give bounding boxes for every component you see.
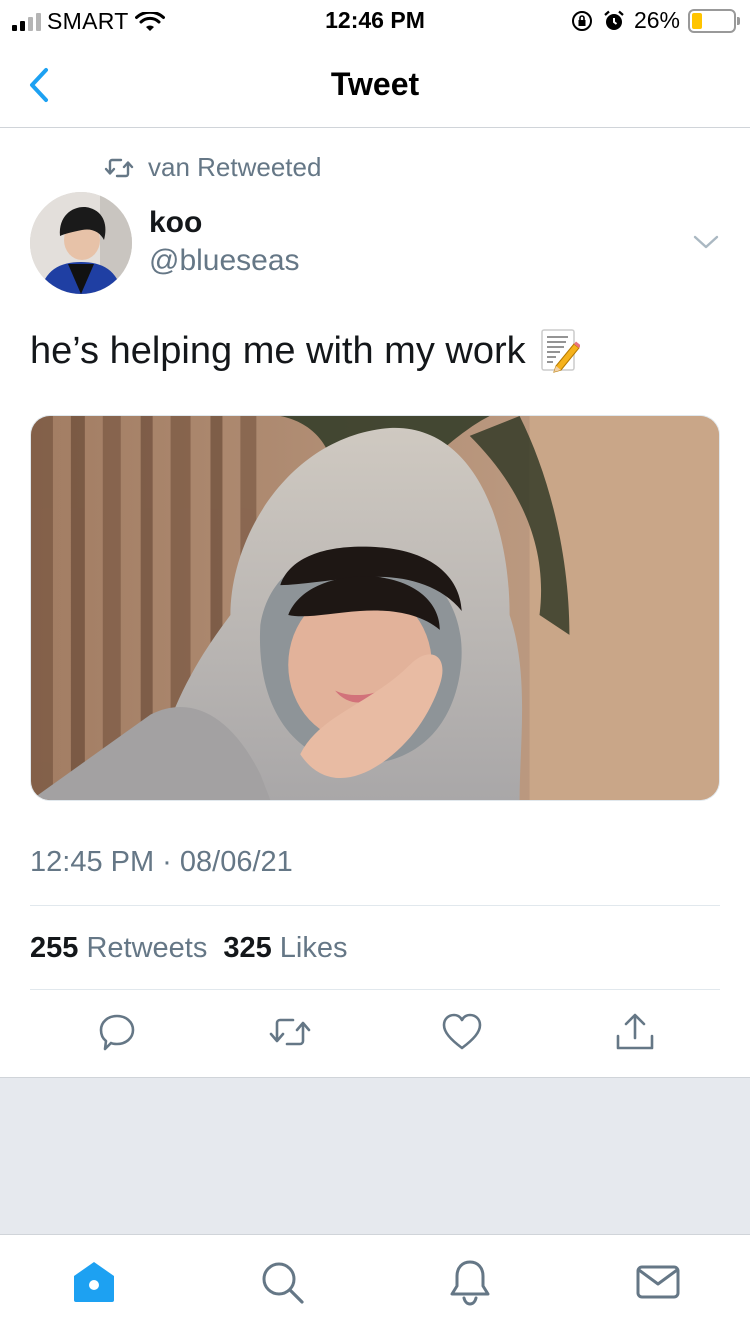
- tweet-media-image[interactable]: [30, 415, 720, 801]
- page-title: Tweet: [330, 66, 420, 102]
- likes-stat[interactable]: 325 Likes: [223, 932, 351, 965]
- tweet-stats: 255 Retweets 325 Likes: [30, 932, 352, 965]
- divider: [30, 905, 720, 906]
- like-icon[interactable]: [440, 1010, 484, 1054]
- divider: [30, 989, 720, 990]
- empty-replies-area: [0, 1077, 750, 1235]
- tweet-actions: [0, 1010, 750, 1058]
- retweeted-by-label: van Retweeted: [148, 152, 322, 182]
- notifications-icon[interactable]: [446, 1258, 494, 1306]
- retweet-context[interactable]: van Retweeted: [104, 152, 321, 183]
- likes-label: Likes: [279, 932, 348, 964]
- tweet-body: he’s helping me with my work: [30, 329, 526, 372]
- nav-bar: Tweet: [0, 44, 750, 128]
- rotation-lock-icon: [571, 10, 592, 31]
- home-icon[interactable]: [70, 1258, 118, 1306]
- retweet-icon[interactable]: [268, 1010, 312, 1054]
- memo-icon: [540, 329, 580, 373]
- alarm-icon: [604, 10, 624, 30]
- status-right: 26%: [570, 7, 740, 34]
- tab-bar: [0, 1236, 750, 1334]
- battery-fill: [692, 12, 702, 29]
- author-name[interactable]: koo: [149, 206, 202, 240]
- retweets-count: 255: [30, 932, 79, 964]
- retweet-small-icon: [104, 158, 134, 177]
- tweet-text: he’s helping me with my work: [30, 328, 580, 374]
- battery-percent: 26%: [633, 7, 680, 33]
- chevron-down-icon[interactable]: [692, 228, 720, 256]
- avatar[interactable]: [30, 192, 132, 294]
- share-icon[interactable]: [613, 1010, 657, 1054]
- tweet-timestamp: 12:45 PM · 08/06/21: [30, 846, 293, 878]
- battery-icon: [688, 8, 740, 33]
- search-icon[interactable]: [258, 1258, 306, 1306]
- retweets-stat[interactable]: 255 Retweets: [30, 932, 211, 965]
- retweets-label: Retweets: [86, 932, 208, 964]
- author-handle[interactable]: @blueseas: [149, 244, 300, 278]
- reply-icon[interactable]: [95, 1010, 139, 1054]
- status-bar: SMART 12:46 PM 26%: [0, 0, 750, 40]
- messages-icon[interactable]: [634, 1258, 682, 1306]
- likes-count: 325: [223, 932, 272, 964]
